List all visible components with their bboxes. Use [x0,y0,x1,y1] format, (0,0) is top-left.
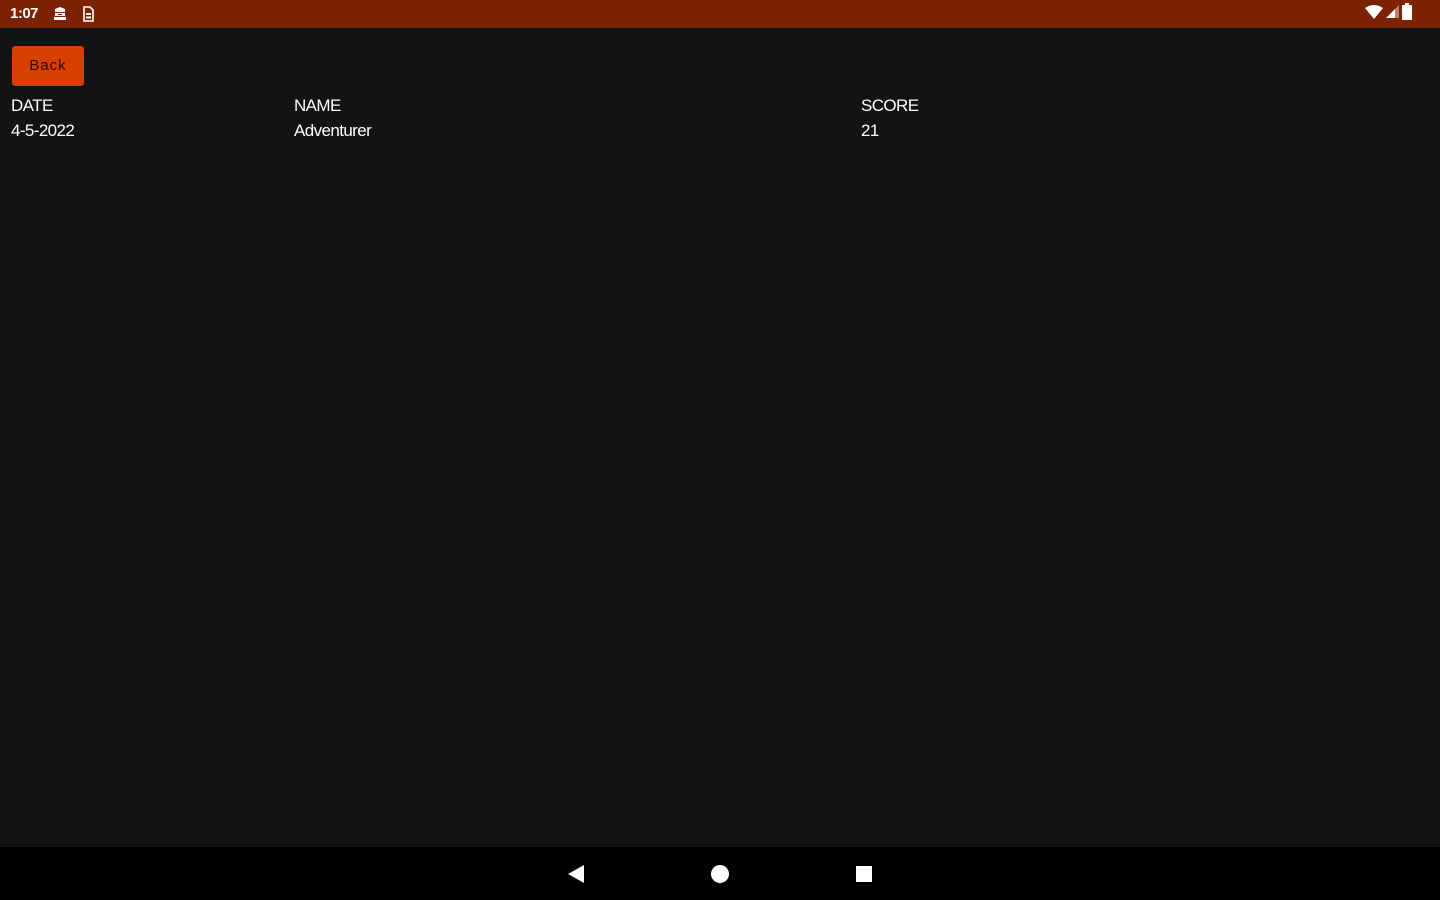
table-header-row: DATE NAME SCORE [11,95,1011,120]
cellular-signal-icon [1386,5,1399,23]
wifi-icon [1365,4,1383,24]
row-score: 21 [861,121,879,140]
navigation-bar [0,847,1440,900]
row-name: Adventurer [294,121,372,140]
column-header-date: DATE [11,96,53,115]
column-header-name: NAME [294,96,341,115]
sim-card-icon [81,6,95,22]
scores-table: DATE NAME SCORE 4-5-2022 Adventurer 21 [11,95,1011,145]
home-icon[interactable] [707,861,733,887]
back-icon[interactable] [563,861,589,887]
status-icons [1365,3,1412,25]
recents-icon[interactable] [851,861,877,887]
status-bar: 1:07 [0,0,1440,28]
high-scores-screen: 1:07 Back DATE NAME SCORE 4-5-2022 Adven… [0,0,1440,900]
column-header-score: SCORE [861,96,919,115]
status-time: 1:07 [10,5,39,22]
battery-icon [1402,3,1412,25]
back-button[interactable]: Back [12,46,84,86]
row-date: 4-5-2022 [11,121,75,140]
table-row: 4-5-2022 Adventurer 21 [11,120,1011,145]
notification-app-icon [53,6,67,22]
